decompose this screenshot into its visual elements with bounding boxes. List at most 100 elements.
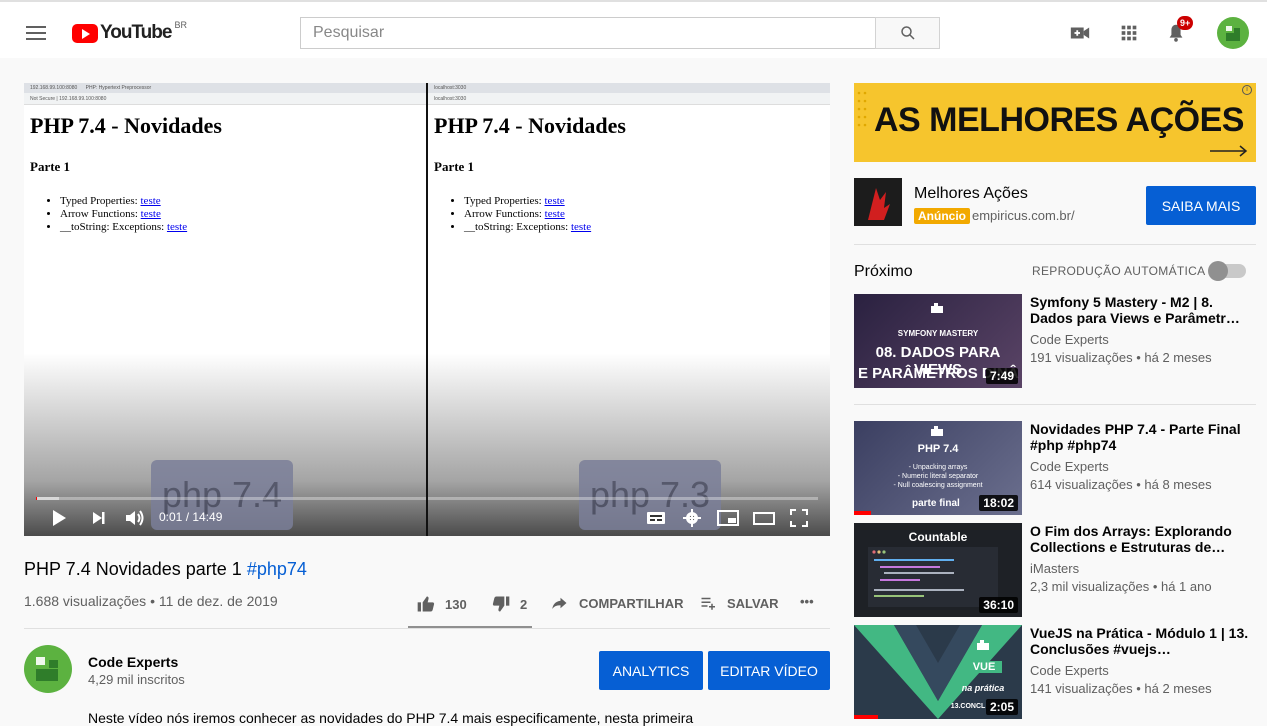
save-label: SALVAR <box>727 595 779 611</box>
youtube-play-logo-icon <box>72 23 98 43</box>
left-browser-tabs: 192.168.99.100:8080 PHP: Hypertext Prepr… <box>24 83 426 93</box>
share-button[interactable]: COMPARTILHAR <box>549 594 683 612</box>
video-meta: 141 visualizações • há 2 meses <box>1030 681 1212 696</box>
video-thumbnail[interactable]: PHP 7.4 - Unpacking arrays - Numeric lit… <box>854 421 1022 515</box>
volume-icon <box>126 510 144 526</box>
right-browser-tabs: localhost:3030 <box>428 83 830 93</box>
split-divider-front <box>426 83 428 536</box>
hashtag-link[interactable]: #php74 <box>247 559 307 579</box>
fullscreen-button[interactable] <box>790 508 808 528</box>
top-bar: YouTube BR Pesquisar 9+ <box>0 0 1267 58</box>
search-button[interactable] <box>875 17 940 49</box>
video-thumbnail[interactable]: VUE na prática 13.CONCL 2:05 <box>854 625 1022 719</box>
video-player[interactable]: 192.168.99.100:8080 PHP: Hypertext Prepr… <box>24 83 830 536</box>
channel-name[interactable]: Code Experts <box>1030 663 1109 678</box>
playlist-add-icon <box>701 597 715 610</box>
theater-button[interactable] <box>753 508 775 528</box>
toggle-knob <box>1208 261 1228 281</box>
more-icon: ••• <box>800 594 814 609</box>
video-meta: 614 visualizações • há 8 meses <box>1030 477 1212 492</box>
search-icon <box>900 26 915 40</box>
video-description: Neste vídeo nós iremos conhecer as novid… <box>88 710 694 726</box>
channel-name[interactable]: Code Experts <box>1030 332 1109 347</box>
video-title[interactable]: VueJS na Prática - Módulo 1 | 13. Conclu… <box>1030 625 1250 657</box>
watched-progress <box>854 511 871 515</box>
list-item: Typed Properties: teste <box>464 195 830 207</box>
theater-icon <box>753 512 775 525</box>
page-link: teste <box>544 195 565 207</box>
recommended-video[interactable]: VUE na prática 13.CONCL 2:05 VueJS na Pr… <box>854 625 1256 719</box>
watched-progress <box>854 715 878 719</box>
play-button[interactable] <box>50 508 68 528</box>
menu-icon[interactable] <box>26 26 46 40</box>
up-next-label: Próximo <box>854 263 913 280</box>
video-meta: 191 visualizações • há 2 meses <box>1030 350 1212 365</box>
share-label: COMPARTILHAR <box>579 595 684 611</box>
video-meta: 2,3 mil visualizações • há 1 ano <box>1030 579 1212 594</box>
page-subheading: Parte 1 <box>30 159 71 174</box>
video-camera-icon[interactable] <box>1069 22 1091 44</box>
thumbs-up-icon <box>417 596 435 612</box>
next-button[interactable] <box>90 508 108 528</box>
ad-banner[interactable]: AS MELHORES AÇÕES i <box>854 83 1256 162</box>
progress-fill <box>36 497 37 500</box>
video-thumbnail[interactable]: Countable 36:10 <box>854 523 1022 617</box>
right-address-bar: localhost:3030 <box>428 93 830 105</box>
thumbnail-text: Countable <box>908 530 968 544</box>
brand-icon <box>931 426 943 436</box>
ad-info-icon[interactable]: i <box>1242 85 1252 95</box>
page-heading: PHP 7.4 - Novidades <box>30 113 222 138</box>
share-icon <box>552 597 567 609</box>
advertiser-logo[interactable] <box>854 178 902 226</box>
volume-button[interactable] <box>124 508 146 528</box>
video-thumbnail[interactable]: SYMFONY MASTERY 08. DADOS PARA VIEWS E P… <box>854 294 1022 388</box>
country-code: BR <box>174 20 187 30</box>
brand-icon <box>931 303 943 313</box>
channel-name[interactable]: Code Experts <box>88 654 178 670</box>
list-item: __toString: Exceptions: teste <box>60 221 426 233</box>
youtube-logo[interactable]: YouTube BR <box>72 20 187 44</box>
avatar[interactable] <box>1217 17 1249 49</box>
autoplay-toggle[interactable] <box>1208 261 1246 281</box>
view-count-date: 1.688 visualizações • 11 de dez. de 2019 <box>24 593 278 609</box>
like-count: 130 <box>445 596 467 612</box>
video-title[interactable]: Symfony 5 Mastery - M2 | 8. Dados para V… <box>1030 294 1250 326</box>
page-link: teste <box>140 208 161 220</box>
miniplayer-button[interactable] <box>717 508 739 528</box>
save-button[interactable]: SALVAR <box>699 594 779 612</box>
more-actions-button[interactable]: ••• <box>800 594 814 609</box>
video-duration: 18:02 <box>979 495 1018 511</box>
analytics-button[interactable]: ANALYTICS <box>599 651 703 690</box>
ad-cta-button[interactable]: SAIBA MAIS <box>1146 186 1256 225</box>
edit-video-button[interactable]: EDITAR VÍDEO <box>708 651 830 690</box>
recommended-video[interactable]: SYMFONY MASTERY 08. DADOS PARA VIEWS E P… <box>854 294 1256 388</box>
dislike-count: 2 <box>520 596 528 612</box>
video-title[interactable]: Novidades PHP 7.4 - Parte Final #php #ph… <box>1030 421 1250 453</box>
list-item: Arrow Functions: teste <box>60 208 426 220</box>
channel-name[interactable]: iMasters <box>1030 561 1079 576</box>
apps-icon[interactable] <box>1118 22 1140 44</box>
channel-name[interactable]: Code Experts <box>1030 459 1109 474</box>
recommended-video[interactable]: Countable 36:10 O Fim dos Arrays: Explor… <box>854 523 1256 617</box>
subtitles-button[interactable] <box>646 508 666 528</box>
page-link: teste <box>140 195 161 207</box>
ad-title[interactable]: Melhores Ações <box>914 185 1028 203</box>
divider <box>854 404 1256 405</box>
page-link: teste <box>570 221 592 233</box>
buffer-fill <box>36 497 60 500</box>
video-duration: 36:10 <box>979 597 1018 613</box>
recommended-video[interactable]: PHP 7.4 - Unpacking arrays - Numeric lit… <box>854 421 1256 515</box>
list-item: Arrow Functions: teste <box>464 208 830 220</box>
dislike-button[interactable]: 2 <box>490 594 527 614</box>
video-duration: 2:05 <box>985 699 1018 715</box>
page-heading: PHP 7.4 - Novidades <box>434 113 626 138</box>
ad-banner-dots <box>857 91 867 127</box>
like-button[interactable]: 130 <box>415 594 467 614</box>
search-input[interactable]: Pesquisar <box>300 17 876 49</box>
video-title[interactable]: O Fim dos Arrays: Explorando Collections… <box>1030 523 1250 555</box>
page-link: teste <box>166 221 188 233</box>
video-title-text: PHP 7.4 Novidades parte 1 <box>24 559 242 579</box>
channel-avatar[interactable] <box>24 645 72 693</box>
settings-button[interactable] <box>682 508 702 528</box>
page-link: teste <box>544 208 565 220</box>
